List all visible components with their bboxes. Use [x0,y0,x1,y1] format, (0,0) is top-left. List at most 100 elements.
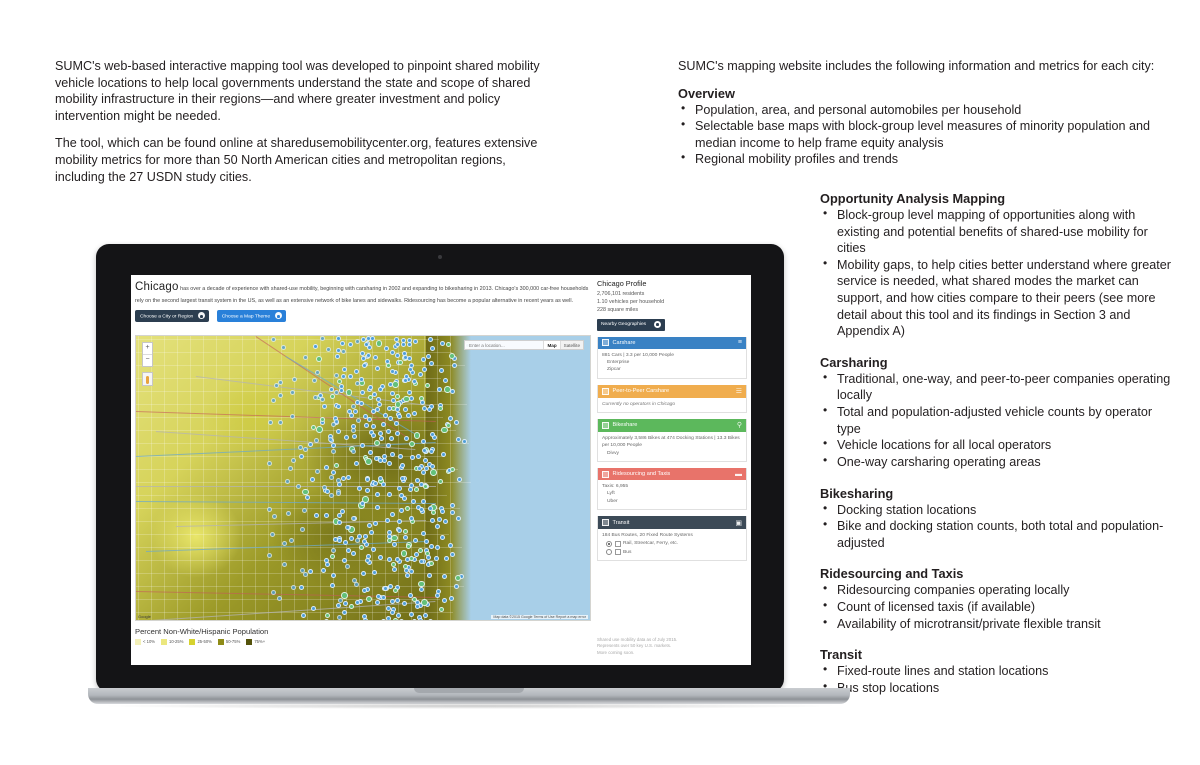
choose-map-theme-button[interactable]: Choose a Map Theme [216,310,287,322]
metrics-intro: SUMC's mapping website includes the foll… [678,59,1155,73]
laptop-mockup: Chicago has over a decade of experience … [88,244,863,722]
laptop-base [88,688,850,704]
module-toggle-checkbox[interactable] [602,519,609,527]
legend-swatch [246,638,253,645]
map-type-map[interactable]: Map [543,341,560,349]
transit-radio-button[interactable] [606,549,612,556]
mobility-module: Peer-to-Peer Carshare ☰ Currently no opera… [597,384,747,413]
footer-line: Shared use mobility data as of July 2015… [597,636,678,642]
panel-title: Chicago Profile [597,279,647,288]
webcam-icon [438,255,442,259]
transit-option-label: Bus [623,549,632,555]
module-toggle-checkbox[interactable] [602,421,609,429]
intro-paragraph-2: The tool, which can be found online at s… [55,136,538,184]
choose-city-or-region-button[interactable]: Choose a City or Region [135,310,210,322]
transit-option-row[interactable]: Rail, Streetcar, Ferry, etc. [602,540,742,548]
nearby-geographies-button[interactable]: Nearby Geographies [597,318,666,331]
list-item: Population, area, and personal automobil… [678,101,1173,119]
chevron-down-icon [654,321,662,328]
mobility-module: Carshare ≡ 881 Cars | 3.3 per 10,000 Peopl… [597,336,747,379]
module-summary: Approximately 3,586 Bikes at 474 Docking… [602,435,740,449]
mobility-module: Transit ▣ 184 Bus Routes, 20 Fixed Route S… [597,516,747,562]
legend-swatch [189,638,196,645]
chevron-down-icon [198,312,206,320]
right-text-column-lower: Opportunity Analysis Mapping Block-group… [820,191,1172,696]
module-header-peer-to-peer-carshare[interactable]: Peer-to-Peer Carshare ☰ [598,384,746,398]
bike-icon: ⚲ [736,422,742,430]
module-header-ridesourcing-and-taxis[interactable]: Ridesourcing and Taxis ▬ [598,468,746,481]
choose-theme-label: Choose a Map Theme [221,314,271,320]
chevron-down-icon [275,312,283,320]
nearby-geographies-label: Nearby Geographies [601,322,647,327]
section-bullet-list: Fixed-route lines and station locations … [820,662,1172,696]
legend-label: 50-75% [225,639,241,644]
legend-item: 75%+ [246,638,265,645]
module-note: Currently no operators in Chicago [602,401,676,407]
legend-item: 10-25% [161,638,184,645]
map-type-satellite[interactable]: Satellite [559,341,583,349]
intro-paragraph-1: SUMC's web-based interactive mapping too… [55,59,540,123]
section-heading: Ridesourcing and Taxis [820,566,964,582]
list-item: Block-group level mapping of opportuniti… [820,206,1172,257]
list-item: Availability of microtransit/private fle… [820,615,1172,633]
footer-line: More coming soon. [597,650,635,656]
mobility-module-list: Carshare ≡ 881 Cars | 3.3 per 10,000 Peopl… [597,336,747,562]
transit-option-row[interactable]: Bus [602,549,742,556]
section-transit: Transit Fixed-route lines and station lo… [820,647,1172,696]
module-body: Taxis: 6,955 Lyft Uber [598,480,746,510]
choose-city-label: Choose a City or Region [140,314,194,320]
taxi-icon: ▬ [735,470,742,478]
map-type-toggle[interactable]: Map Satellite [543,341,583,349]
street-view-pegman-icon[interactable] [142,372,153,386]
list-item: Vehicle locations for all local operator… [820,436,1172,454]
list-item: Docking station locations [820,501,1172,519]
search-input[interactable] [465,341,544,349]
transit-checkbox[interactable] [614,549,621,556]
mobility-module: Bikeshare ⚲ Approximately 3,586 Bikes at 4… [597,418,747,463]
module-header-transit[interactable]: Transit ▣ [598,516,746,530]
left-text-column: SUMC's web-based interactive mapping too… [55,58,550,196]
right-text-column-top: SUMC's mapping website includes the foll… [678,58,1173,168]
module-toggle-checkbox[interactable] [602,387,609,395]
train-icon: ▣ [735,519,742,527]
laptop-screen: Chicago has over a decade of experience … [131,275,751,665]
legend-swatch [161,638,167,645]
city-title: Chicago [135,281,179,293]
module-operator: Lyft [607,491,615,497]
module-toggle-checkbox[interactable] [602,470,609,478]
legend-label: 25-50% [197,639,212,644]
module-body: Approximately 3,586 Bikes at 474 Docking… [598,431,746,462]
legend-swatch [217,638,224,645]
module-toggle-checkbox[interactable] [602,339,609,346]
city-profile-panel: Chicago Profile 2,706,101 residents 1.10… [597,279,747,661]
section-bullet-list: Block-group level mapping of opportuniti… [820,206,1172,340]
zoom-in-button[interactable]: + [143,343,152,354]
section-bikesharing: Bikesharing Docking station locations Bi… [820,486,1172,552]
carshare-icon: ≡ [737,339,742,346]
module-label: Peer-to-Peer Carshare [612,388,670,395]
module-summary: 184 Bus Routes, 20 Fixed Route Systems [602,533,693,539]
section-heading: Carsharing [820,354,888,370]
module-body: 881 Cars | 3.3 per 10,000 People Enterpri… [598,348,746,378]
map-vehicle-markers [136,336,590,620]
legend-label: 10-25% [169,639,184,644]
legend-title: Percent Non-White/Hispanic Population [135,627,269,636]
map-search-bar[interactable]: Map Satellite [464,340,584,350]
section-bullet-list: Traditional, one-way, and peer-to-peer c… [820,370,1172,471]
section-carsharing: Carsharing Traditional, one-way, and pee… [820,355,1172,471]
transit-option-label: Rail, Streetcar, Ferry, etc. [623,541,679,547]
module-header-carshare[interactable]: Carshare ≡ [598,336,746,349]
list-item: Total and population-adjusted vehicle co… [820,403,1172,437]
map-canvas[interactable]: + − Map Satellite Google Map data ©2015 … [135,335,591,621]
module-label: Ridesourcing and Taxis [612,471,671,478]
laptop-shadow [108,703,832,709]
legend-label: < 10% [143,639,155,644]
legend-swatch-list: < 10% 10-25% 25-50% 50-75% 75%+ [135,638,591,645]
module-header-bikeshare[interactable]: Bikeshare ⚲ [598,418,746,432]
map-zoom-controls[interactable]: + − [142,342,153,367]
zoom-out-button[interactable]: − [143,354,152,366]
transit-radio-button[interactable] [606,541,612,548]
transit-checkbox[interactable] [614,541,621,548]
module-summary: 881 Cars | 3.3 per 10,000 People [602,352,674,358]
legend-item: < 10% [135,638,155,645]
